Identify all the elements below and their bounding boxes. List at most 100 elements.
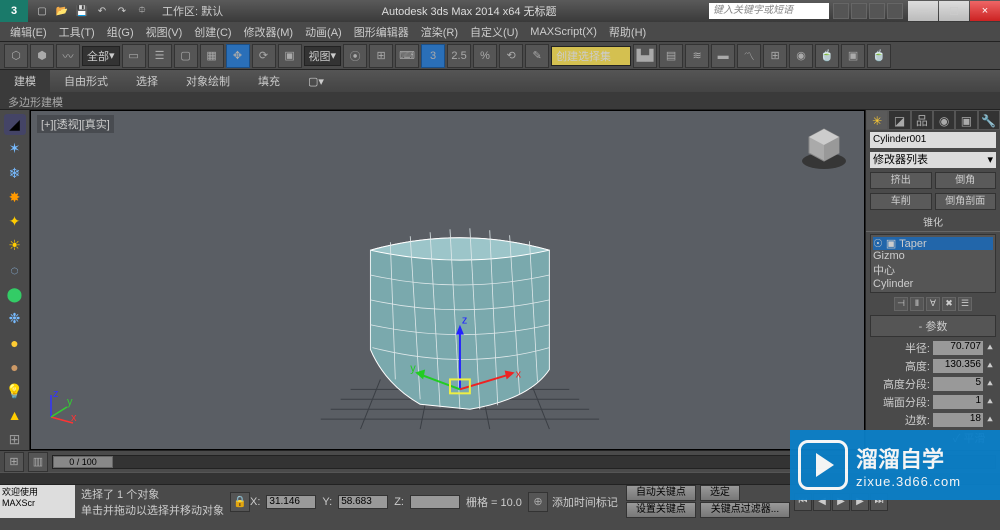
search-input[interactable]: 键入关键字或短语 [709,3,829,19]
ribbon-tab-selection[interactable]: 选择 [122,70,172,92]
key-mode-selected[interactable]: 选定 [700,485,740,501]
qat-new-icon[interactable]: ▢ [34,3,50,19]
stack-cylinder[interactable]: Cylinder [873,278,993,290]
select-name-icon[interactable]: ☰ [148,44,172,68]
rollout-parameters[interactable]: - 参数 [870,315,996,337]
left-icon-2[interactable]: ✶ [4,138,26,159]
left-icon-4[interactable]: ✸ [4,187,26,208]
stack-gizmo[interactable]: Gizmo [873,250,993,262]
configure-icon[interactable]: ☰ [958,297,972,311]
btn-extrude[interactable]: 挤出 [870,172,932,189]
align-icon[interactable]: ▤ [659,44,683,68]
left-icon-8[interactable]: ⬤ [4,284,26,305]
menu-tools[interactable]: 工具(T) [53,24,101,40]
unique-icon[interactable]: ∀ [926,297,940,311]
menu-modifiers[interactable]: 修改器(M) [238,24,300,40]
spinner-capseg[interactable]: 1 [933,395,983,409]
ribbon-tab-modeling[interactable]: 建模 [0,70,50,92]
viewport[interactable]: [+][透视][真实] [30,110,865,450]
object-name-field[interactable]: Cylinder001 [870,132,996,148]
remove-mod-icon[interactable]: ✖ [942,297,956,311]
workspace-selector[interactable]: 工作区: 默认 [156,3,229,19]
qat-undo-icon[interactable]: ↶ [94,3,110,19]
menu-maxscript[interactable]: MAXScript(X) [524,26,603,38]
add-time-tag[interactable]: 添加时间标记 [548,494,622,510]
bind-icon[interactable]: 〰 [56,44,80,68]
left-icon-9[interactable]: ❉ [4,308,26,329]
menu-animation[interactable]: 动画(A) [299,24,348,40]
layers-icon[interactable]: ≋ [685,44,709,68]
auto-key-button[interactable]: 自动关键点 [626,485,696,501]
btn-bevel[interactable]: 倒角 [935,172,997,189]
tab-display-icon[interactable]: ▣ [955,110,977,130]
rendered-frame-icon[interactable]: ▣ [841,44,865,68]
coord-z[interactable] [410,495,460,509]
left-icon-10[interactable]: ● [4,332,26,353]
ribbon-tab-populate[interactable]: 填充 [244,70,294,92]
left-icon-7[interactable]: ◌ [4,259,26,280]
material-editor-icon[interactable]: ◉ [789,44,813,68]
maxscript-mini-listener[interactable]: 欢迎使用 MAXScr [0,485,75,518]
ribbon-panel-label[interactable]: 多边形建模 [0,92,1000,110]
timeline-icon-2[interactable]: ▥ [28,452,48,472]
minimize-button[interactable]: — [908,1,938,21]
qat-link-icon[interactable]: ⯐ [134,3,150,19]
angle-snap-icon[interactable]: 2.5 [447,44,471,68]
menu-render[interactable]: 渲染(R) [415,24,464,40]
modifier-list-dropdown[interactable]: 修改器列表▾ [870,152,996,168]
menu-views[interactable]: 视图(V) [140,24,189,40]
menu-create[interactable]: 创建(C) [188,24,237,40]
stack-taper[interactable]: ☉ ▣ Taper [873,237,993,250]
render-setup-icon[interactable]: 🍵 [815,44,839,68]
spinner-snap-icon[interactable]: ⟲ [499,44,523,68]
close-button[interactable]: × [970,1,1000,21]
show-end-icon[interactable]: Ⅱ [910,297,924,311]
spinner-height[interactable]: 130.356 [933,359,983,373]
menu-customize[interactable]: 自定义(U) [464,24,524,40]
selection-filter[interactable]: 全部 ▾ [82,46,120,66]
rect-region-icon[interactable]: ▢ [174,44,198,68]
named-selection-sets[interactable]: 创建选择集 [551,46,631,66]
btn-bevelprofile[interactable]: 倒角剖面 [935,193,997,210]
ref-coord-system[interactable]: 视图 ▾ [304,46,342,66]
schematic-view-icon[interactable]: ⊞ [763,44,787,68]
left-icon-12[interactable]: 💡 [4,380,26,401]
time-tag-icon[interactable]: ⊕ [528,492,548,512]
coord-y[interactable] [338,495,388,509]
coord-x[interactable] [266,495,316,509]
spinner-radius[interactable]: 70.707 [933,341,983,355]
render-production-icon[interactable]: 🍵 [867,44,891,68]
stack-center[interactable]: 中心 [873,262,993,278]
left-icon-1[interactable]: ◢ [4,114,26,135]
qat-open-icon[interactable]: 📂 [54,3,70,19]
qat-redo-icon[interactable]: ↷ [114,3,130,19]
select-object-icon[interactable]: ▭ [122,44,146,68]
tab-create-icon[interactable]: ✳ [866,110,888,130]
info-exchange-icon[interactable] [869,3,885,19]
mirror-icon[interactable]: ▙▟ [633,44,657,68]
ribbon-tab-freeform[interactable]: 自由形式 [50,70,122,92]
key-filters-button[interactable]: 关键点过滤器... [700,502,790,518]
app-logo[interactable]: 3 [0,0,28,22]
spinner-hseg[interactable]: 5 [933,377,983,391]
info-search-icon[interactable] [833,3,849,19]
left-icon-13[interactable]: ▲ [4,405,26,426]
scale-icon[interactable]: ▣ [278,44,302,68]
menu-edit[interactable]: 编辑(E) [4,24,53,40]
lock-selection-icon[interactable]: 🔒 [230,492,250,512]
left-icon-3[interactable]: ❄ [4,162,26,183]
btn-lathe[interactable]: 车削 [870,193,932,210]
timeline-icon-1[interactable]: ⊞ [4,452,24,472]
modifier-stack[interactable]: ☉ ▣ Taper Gizmo 中心 Cylinder [870,234,996,293]
spinner-sides[interactable]: 18 [933,413,983,427]
menu-group[interactable]: 组(G) [101,24,140,40]
time-slider-thumb[interactable]: 0 / 100 [53,456,113,468]
link-icon[interactable]: ⬡ [4,44,28,68]
viewport-label[interactable]: [+][透视][真实] [37,115,114,133]
unlink-icon[interactable]: ⬢ [30,44,54,68]
move-icon[interactable]: ✥ [226,44,250,68]
tab-utilities-icon[interactable]: 🔧 [978,110,1000,130]
set-key-button[interactable]: 设置关键点 [626,502,696,518]
select-manipulate-icon[interactable]: ⊞ [369,44,393,68]
menu-graph[interactable]: 图形编辑器 [348,24,415,40]
